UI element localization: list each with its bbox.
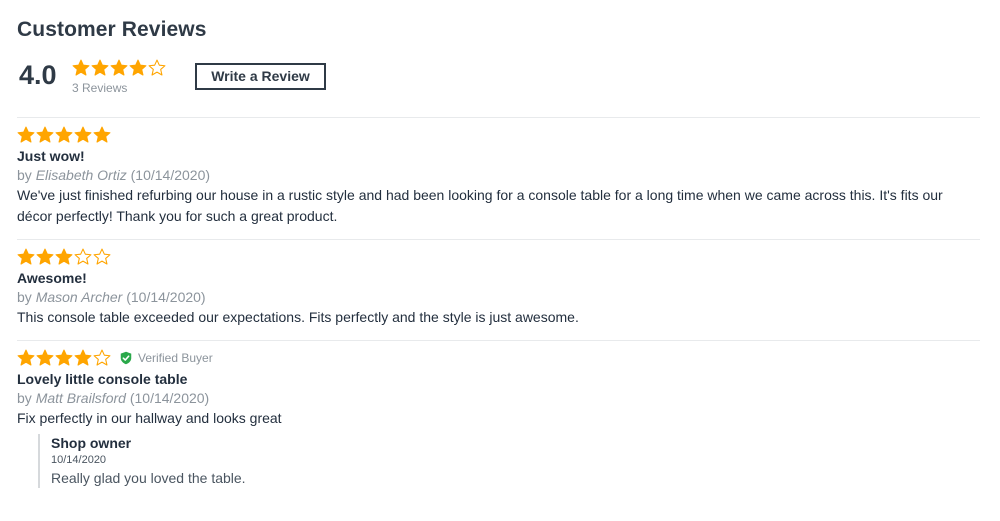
write-review-button[interactable]: Write a Review	[195, 63, 326, 90]
review-title: Just wow!	[17, 148, 85, 164]
review-date: (10/14/2020)	[126, 289, 206, 305]
star-filled-icon	[74, 126, 92, 143]
star-filled-icon	[17, 248, 35, 265]
review-body: Fix perfectly in our hallway and looks g…	[17, 410, 282, 426]
star-filled-icon	[36, 248, 54, 265]
verified-buyer-badge: Verified Buyer	[119, 351, 213, 365]
review-title: Awesome!	[17, 270, 87, 286]
star-filled-icon	[36, 349, 54, 366]
section-title: Customer Reviews	[17, 18, 207, 41]
review-byline: by Mason Archer (10/14/2020)	[17, 287, 980, 307]
review-title: Lovely little console table	[17, 371, 188, 387]
star-filled-icon	[93, 126, 111, 143]
review-item: Just wow! by Elisabeth Ortiz (10/14/2020…	[17, 117, 980, 227]
star-filled-icon	[129, 59, 147, 76]
star-filled-icon	[17, 349, 35, 366]
review-item: Verified Buyer Lovely little console tab…	[17, 340, 980, 488]
verified-check-icon	[120, 351, 132, 365]
star-empty-icon	[74, 248, 92, 265]
review-body: We've just finished refurbing our house …	[17, 187, 943, 224]
review-byline: by Elisabeth Ortiz (10/14/2020)	[17, 165, 980, 185]
star-filled-icon	[17, 126, 35, 143]
reply-date: 10/14/2020	[51, 454, 107, 466]
star-filled-icon	[72, 59, 90, 76]
review-date: (10/14/2020)	[130, 167, 211, 183]
star-empty-icon	[93, 248, 111, 265]
verified-label: Verified Buyer	[138, 351, 213, 365]
review-count: 3 Reviews	[72, 81, 128, 95]
star-empty-icon	[148, 59, 166, 76]
star-filled-icon	[74, 349, 92, 366]
summary-stars	[72, 58, 166, 78]
byline-prefix: by	[17, 167, 36, 183]
review-item: Awesome! by Mason Archer (10/14/2020) Th…	[17, 239, 980, 328]
review-stars	[17, 247, 111, 267]
star-empty-icon	[93, 349, 111, 366]
review-stars	[17, 348, 111, 368]
star-filled-icon	[91, 59, 109, 76]
review-body: This console table exceeded our expectat…	[17, 309, 579, 325]
review-author: Matt Brailsford	[35, 390, 126, 406]
byline-prefix: by	[17, 289, 36, 305]
star-filled-icon	[55, 126, 73, 143]
review-date: (10/14/2020)	[129, 390, 210, 406]
review-author: Elisabeth Ortiz	[35, 167, 127, 183]
review-stars	[17, 125, 111, 145]
review-byline: by Matt Brailsford (10/14/2020)	[17, 388, 980, 408]
review-author: Mason Archer	[35, 289, 123, 305]
star-filled-icon	[55, 248, 73, 265]
star-filled-icon	[110, 59, 128, 76]
reply-body: Really glad you loved the table.	[51, 470, 246, 486]
average-rating: 4.0	[19, 60, 57, 90]
owner-reply: Shop owner 10/14/2020 Really glad you lo…	[38, 434, 980, 488]
byline-prefix: by	[17, 390, 36, 406]
star-filled-icon	[55, 349, 73, 366]
rating-summary: 4.0 3 Reviews Write a Review	[17, 58, 417, 98]
reply-author: Shop owner	[51, 435, 132, 451]
star-filled-icon	[36, 126, 54, 143]
